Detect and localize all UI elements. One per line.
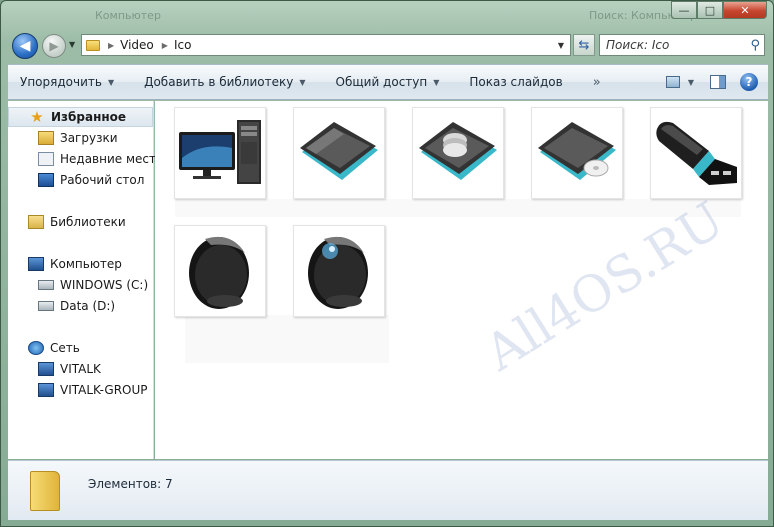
slideshow-button[interactable]: Показ слайдов	[469, 75, 562, 89]
search-box[interactable]: Поиск: Ico ⚲	[599, 34, 765, 56]
command-bar: Упорядочить ▼ Добавить в библиотеку ▼ Общи…	[8, 64, 768, 100]
file-item-drive-2[interactable]	[412, 107, 504, 199]
file-item-computer[interactable]	[174, 107, 266, 199]
search-placeholder: Поиск: Ico	[606, 38, 670, 52]
folder-icon	[86, 39, 100, 51]
preview-pane-icon[interactable]	[710, 75, 726, 89]
file-item-drive-3[interactable]	[531, 107, 623, 199]
navigation-pane: ★ Избранное Загрузки Недавние места Рабо…	[8, 101, 163, 459]
downloads-folder-icon	[38, 131, 54, 145]
nav-downloads-label: Загрузки	[60, 131, 118, 145]
item-count: Элементов: 7	[88, 477, 173, 491]
back-button[interactable]: ◀	[12, 33, 38, 59]
add-to-library-label: Добавить в библиотеку	[144, 75, 294, 89]
close-button[interactable]: ✕	[723, 1, 767, 19]
nav-vitalk[interactable]: VITALK	[38, 362, 101, 376]
hard-drive-icon	[38, 301, 54, 311]
network-computer-icon	[38, 362, 54, 376]
title-ghost-left: Компьютер	[95, 9, 161, 22]
file-item-egg-2[interactable]	[293, 225, 385, 317]
breadcrumb-video[interactable]: Video	[120, 38, 154, 52]
nav-favorites[interactable]: ★ Избранное	[8, 107, 153, 127]
nav-drive-d[interactable]: Data (D:)	[38, 299, 115, 313]
navigation-bar: ◀ ▶ ▼ ▶ Video ▶ Ico ▼ ⇆ Поиск: Ico ⚲	[7, 31, 769, 59]
network-computer-icon	[38, 383, 54, 397]
folder-icon	[30, 471, 60, 511]
watermark: All4OS.RU	[475, 190, 734, 383]
search-icon[interactable]: ⚲	[750, 38, 760, 53]
nav-favorites-label: Избранное	[51, 110, 127, 124]
breadcrumb-ico[interactable]: Ico	[174, 38, 191, 52]
address-bar[interactable]: ▶ Video ▶ Ico ▼	[81, 34, 571, 56]
nav-drive-c[interactable]: WINDOWS (C:)	[38, 278, 148, 292]
nav-vitalk-group-label: VITALK-GROUP	[60, 383, 148, 397]
share-label: Общий доступ	[335, 75, 428, 89]
nav-desktop-label: Рабочий стол	[60, 173, 145, 187]
hard-drive-cd-icon	[538, 122, 616, 180]
nav-computer[interactable]: Компьютер	[28, 257, 122, 271]
chevron-down-icon: ▼	[433, 77, 440, 87]
explorer-window: Компьютер Поиск: Компьютер — □ ✕ ◀ ▶ ▼ ▶…	[0, 0, 774, 527]
more-commands-button[interactable]: »	[593, 75, 601, 90]
chevron-right-icon[interactable]: ▶	[108, 41, 114, 50]
toolbar-right: ▼ ?	[665, 73, 758, 91]
desktop-icon	[38, 173, 54, 187]
file-item-drive-1[interactable]	[293, 107, 385, 199]
help-icon[interactable]: ?	[740, 73, 758, 91]
address-dropdown-icon[interactable]: ▼	[558, 41, 564, 50]
nav-recent-places[interactable]: Недавние места	[38, 152, 163, 166]
nav-vitalk-group[interactable]: VITALK-GROUP	[38, 383, 148, 397]
libraries-icon	[28, 215, 44, 229]
hard-drive-disc-icon	[419, 122, 497, 180]
slideshow-label: Показ слайдов	[469, 75, 563, 89]
nav-drive-c-label: WINDOWS (C:)	[60, 278, 149, 292]
usb-flash-drive-icon	[656, 121, 737, 185]
network-icon	[28, 341, 44, 355]
maximize-button[interactable]: □	[697, 1, 723, 19]
black-egg-shine-icon	[308, 236, 368, 309]
forward-button[interactable]: ▶	[42, 34, 66, 58]
nav-libraries-label: Библиотеки	[50, 215, 126, 229]
nav-network[interactable]: Сеть	[28, 341, 80, 355]
organize-button[interactable]: Упорядочить ▼	[20, 75, 114, 89]
file-item-usb[interactable]	[650, 107, 742, 199]
nav-computer-label: Компьютер	[50, 257, 122, 271]
minimize-button[interactable]: —	[671, 1, 697, 19]
nav-desktop[interactable]: Рабочий стол	[38, 173, 144, 187]
change-view-icon[interactable]	[665, 76, 680, 88]
view-options-dropdown-icon[interactable]: ▼	[688, 78, 694, 87]
refresh-button[interactable]: ⇆	[573, 34, 595, 56]
organize-label: Упорядочить	[20, 75, 102, 89]
black-egg-icon	[189, 236, 249, 309]
nav-recent-places-label: Недавние места	[60, 152, 164, 166]
hard-drive-dark-icon	[300, 122, 378, 180]
title-bar[interactable]: Компьютер Поиск: Компьютер — □ ✕	[1, 1, 773, 29]
row-band	[185, 315, 389, 363]
chevron-down-icon: ▼	[107, 77, 115, 87]
nav-drive-d-label: Data (D:)	[60, 299, 116, 313]
nav-libraries[interactable]: Библиотеки	[28, 215, 126, 229]
details-pane: Элементов: 7	[8, 460, 768, 520]
chevron-down-icon: ▼	[299, 77, 306, 87]
window-controls: — □ ✕	[671, 1, 767, 19]
computer-monitor-tower-icon	[179, 120, 261, 184]
star-icon: ★	[30, 108, 44, 126]
windows-drive-icon	[38, 280, 54, 290]
recent-places-icon	[38, 152, 54, 166]
chevron-right-icon[interactable]: ▶	[162, 41, 168, 50]
nav-vitalk-label: VITALK	[60, 362, 101, 376]
nav-downloads[interactable]: Загрузки	[38, 131, 118, 145]
nav-network-label: Сеть	[50, 341, 80, 355]
computer-icon	[28, 257, 44, 271]
add-to-library-button[interactable]: Добавить в библиотеку ▼	[144, 75, 305, 89]
file-list[interactable]: All4OS.RU	[155, 101, 768, 459]
share-button[interactable]: Общий доступ ▼	[336, 75, 440, 89]
file-item-egg-1[interactable]	[174, 225, 266, 317]
row-band	[175, 199, 741, 217]
recent-pages-dropdown[interactable]: ▼	[69, 40, 75, 49]
